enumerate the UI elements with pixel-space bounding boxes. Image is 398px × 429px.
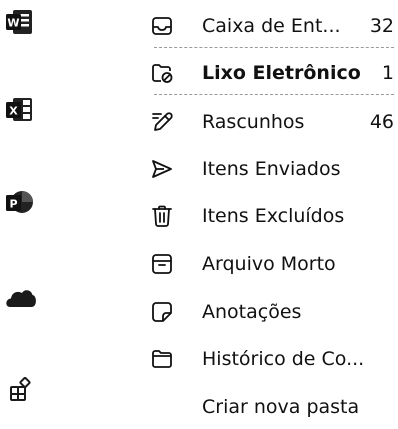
inbox-icon bbox=[150, 14, 174, 38]
folder-label: Lixo Eletrônico bbox=[202, 62, 361, 84]
svg-text:P: P bbox=[9, 198, 17, 211]
excel-app-icon[interactable]: X bbox=[4, 95, 34, 125]
folder-deleted[interactable]: Itens Excluídos bbox=[150, 194, 398, 238]
separator bbox=[154, 47, 394, 48]
junk-icon bbox=[150, 61, 174, 85]
sent-icon bbox=[150, 157, 174, 181]
drafts-icon bbox=[150, 110, 174, 134]
create-new-folder-button[interactable]: Criar nova pasta bbox=[150, 385, 398, 429]
folder-label: Itens Excluídos bbox=[202, 205, 345, 227]
folder-drafts[interactable]: Rascunhos 46 bbox=[150, 100, 398, 144]
folder-label: Anotações bbox=[202, 301, 302, 323]
svg-text:X: X bbox=[9, 105, 18, 118]
folder-label: Rascunhos bbox=[202, 111, 305, 133]
unread-count: 32 bbox=[369, 15, 394, 37]
folder-notes[interactable]: Anotações bbox=[150, 290, 398, 334]
create-folder-label: Criar nova pasta bbox=[202, 396, 360, 418]
onedrive-cloud-icon[interactable] bbox=[4, 283, 38, 313]
deleted-icon bbox=[150, 204, 174, 228]
notes-icon bbox=[150, 300, 174, 324]
folder-junk[interactable]: Lixo Eletrônico 1 bbox=[150, 51, 398, 95]
add-apps-icon[interactable] bbox=[8, 377, 38, 407]
word-app-icon[interactable]: W bbox=[4, 8, 34, 38]
folder-archive[interactable]: Arquivo Morto bbox=[150, 242, 398, 286]
separator bbox=[154, 94, 394, 95]
powerpoint-app-icon[interactable]: P bbox=[4, 188, 34, 218]
folder-label: Itens Enviados bbox=[202, 158, 341, 180]
folder-label: Caixa de Ent... bbox=[202, 15, 341, 37]
svg-text:W: W bbox=[7, 17, 19, 30]
archive-icon bbox=[150, 252, 174, 276]
folder-conversation-history[interactable]: Histórico de Co... bbox=[150, 337, 398, 381]
folder-sent[interactable]: Itens Enviados bbox=[150, 147, 398, 191]
folder-label: Histórico de Co... bbox=[202, 348, 365, 370]
unread-count: 46 bbox=[369, 111, 394, 133]
unread-count: 1 bbox=[381, 62, 394, 84]
folder-inbox[interactable]: Caixa de Ent... 32 bbox=[150, 4, 398, 48]
app-rail: W X P bbox=[0, 0, 90, 428]
folder-label: Arquivo Morto bbox=[202, 253, 336, 275]
folder-list: Caixa de Ent... 32 Lixo Eletrônico 1 Ras… bbox=[150, 0, 398, 428]
history-folder-icon bbox=[150, 347, 174, 371]
